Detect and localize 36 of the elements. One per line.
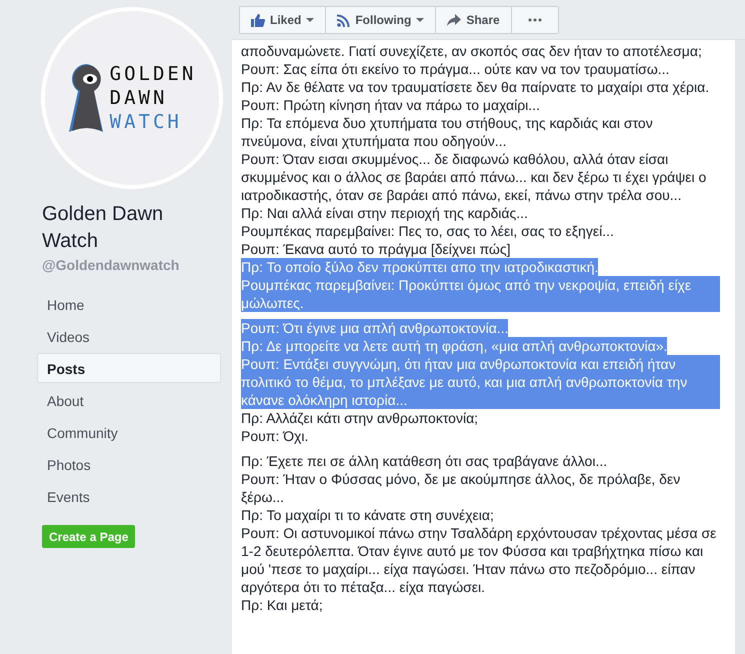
profile-picture[interactable]: GOLDEN DAWN WATCH bbox=[41, 7, 223, 189]
liked-button[interactable]: Liked bbox=[240, 7, 326, 33]
page-handle: @Goldendawnwatch bbox=[42, 257, 180, 273]
transcript-line: Πρ: Έχετε πει σε άλλη κατάθεση ότι σας τραβάγανε άλλοι... bbox=[241, 452, 608, 470]
nav-item[interactable]: Home bbox=[37, 289, 221, 319]
more-icon bbox=[528, 18, 542, 22]
rss-icon bbox=[337, 14, 350, 26]
logo-text: GOLDEN DAWN WATCH bbox=[110, 62, 196, 134]
transcript-line: αποδυναμώνετε. Γιατί συνεχίζετε, αν σκοπός σας δεν ήταν το αποτέλεσμα; bbox=[241, 42, 702, 60]
nav-item[interactable]: Community bbox=[37, 417, 221, 447]
transcript-line: Πρ: Αλλάζει κάτι στην ανθρωποκτονία; bbox=[241, 409, 478, 427]
transcript-line: Πρ: Και μετά; bbox=[241, 596, 323, 614]
following-button[interactable]: Following bbox=[326, 7, 436, 33]
transcript-line: Ρουπ: Όταν εισαι σκυμμένος... δε διαφωνώ καθόλου, αλλά όταν είσαι σκυμμένος και ο άλλος σε βαράει από πάνω... και δεν ξέρω τι έχει γράψει ο ιατροδικαστής, όταν σε βαράει από πάνω, εκεί, πάνω στην τρέλα σου... bbox=[241, 150, 708, 204]
transcript-line: Ρουπ: Πρώτη κίνηση ήταν να πάρω το μαχαίρι... bbox=[241, 96, 540, 114]
nav-item[interactable]: About bbox=[37, 385, 221, 415]
transcript-line: Πρ: Το μαχαίρι τι το κάνατε στη συνέχεια; bbox=[241, 506, 494, 524]
scrollbar[interactable] bbox=[735, 40, 745, 654]
share-button[interactable]: Share bbox=[436, 7, 512, 33]
transcript-line: Πρ: Αν δε θέλατε να τον τραυματίσετε δεν θα παίρνατε το μαχαίρι στα χέρια. bbox=[241, 78, 710, 96]
keyhole-figure-icon bbox=[68, 62, 104, 134]
nav-item[interactable]: Posts bbox=[37, 353, 221, 383]
transcript-line: Πρ: Τα επόμενα δυο χτυπήματα του στήθους, της καρδιάς και στον πνεύμονα, είναι χτυπήματα που οδηγούν... bbox=[241, 114, 654, 150]
page-name: Golden Dawn Watch bbox=[42, 202, 164, 254]
thumbs-up-icon bbox=[251, 14, 265, 26]
transcript-line: Ρουμπέκας παρεμβαίνει: Πες το, σας το λέει, σας το εξηγεί... bbox=[241, 222, 614, 240]
nav-item[interactable]: Videos bbox=[37, 321, 221, 351]
transcript-line: Ρουπ: Όχι. bbox=[241, 427, 308, 445]
nav-item[interactable]: Events bbox=[37, 481, 221, 511]
transcript-line: Ρουπ: Σας είπα ότι εκείνο το πράγμα... ούτε καν να τον τραυματίσω... bbox=[241, 60, 670, 78]
transcript-line: Ρουπ: Έκανα αυτό το πράγμα [δείχνει πώς] bbox=[241, 240, 510, 258]
transcript-line: Ρουπ: Ήταν ο Φύσσας μόνο, δε με ακούμπησε άλλος, δε πρόλαβε, δεν ξέρω... bbox=[241, 470, 682, 506]
share-arrow-icon bbox=[447, 14, 462, 26]
transcript-line: Πρ: Ναι αλλά είναι στην περιοχή της καρδιάς... bbox=[241, 204, 528, 222]
nav-item[interactable]: Photos bbox=[37, 449, 221, 479]
transcript-line: Ρουπ: Οι αστυνομικοί πάνω στην Τσαλδάρη ερχόντουσαν τρέχοντας μέσα σε 1-2 δευτερόλεπτα. Όταν έγινε αυτό με τον Φύσσα και τραβήχτηκα πίσω και μού 'πεσε το μαχαίρι... είχα παγώσει. Ήταν πάνω στο πεζοδρόμιο... είπαν αργότερα ότι το πέταξα... είχα παγώσει. bbox=[241, 524, 718, 596]
